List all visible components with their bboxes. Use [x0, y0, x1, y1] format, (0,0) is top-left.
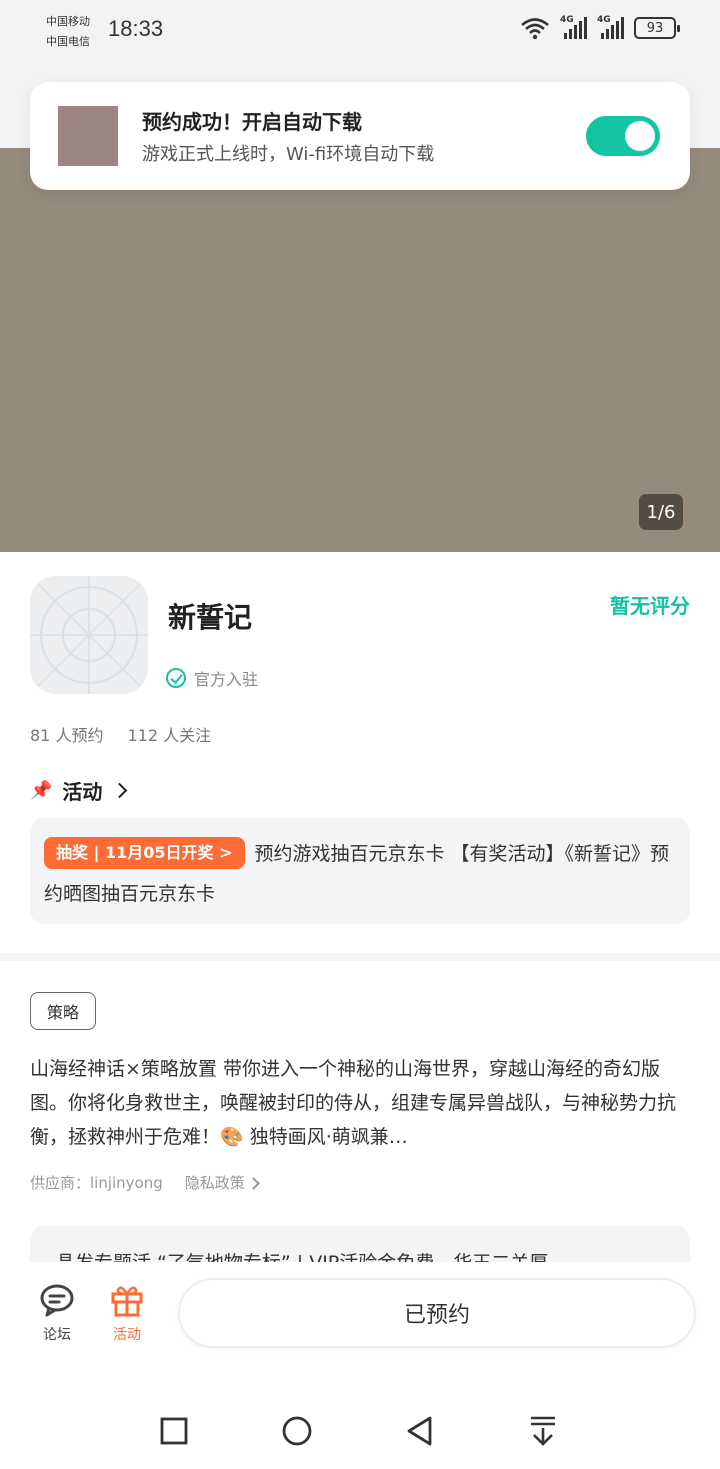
chevron-right-icon: [112, 782, 128, 799]
notification-subtitle: 游戏正式上线时，Wi-fi环境自动下载: [142, 144, 435, 165]
back-triangle-icon[interactable]: [403, 1414, 437, 1448]
hero-image[interactable]: [0, 148, 720, 552]
genre-tag[interactable]: 策略: [30, 992, 96, 1030]
verified-check-icon: [166, 668, 186, 688]
auto-download-notification: 预约成功！开启自动下载 游戏正式上线时，Wi-fi环境自动下载: [30, 82, 690, 190]
wifi-icon: [521, 18, 549, 40]
official-label: 官方入驻: [194, 670, 259, 689]
forum-tab[interactable]: 论坛: [27, 1282, 87, 1344]
download-arrow-icon[interactable]: [526, 1414, 560, 1448]
status-bar: 中国移动 中国电信 18:33 4G 4G 93: [0, 0, 720, 62]
signal-icon-1: 4G: [560, 15, 587, 39]
pin-icon: 📌: [30, 780, 53, 801]
square-icon[interactable]: [157, 1414, 191, 1448]
app-rating: 暂无评分: [610, 594, 690, 618]
carrier-1: 中国移动: [46, 15, 90, 28]
clock: 18:33: [108, 16, 164, 41]
battery-icon: 93: [634, 17, 680, 39]
forum-label: 论坛: [43, 1327, 71, 1343]
reserved-button[interactable]: 已预约: [178, 1278, 696, 1348]
game-thumbnail: [58, 106, 118, 166]
system-navigation-bar: [0, 1370, 720, 1469]
battery-level: 93: [646, 20, 664, 36]
hero-pager: 1/6: [639, 494, 683, 530]
carrier-info: 中国移动 中国电信: [46, 12, 90, 52]
game-description[interactable]: 山海经神话×策略放置 带你进入一个神秘的山海世界，穿越山海经的奇幻版图。你将化身…: [30, 1052, 690, 1154]
activity-card[interactable]: 抽奖 | 11月05日开奖 > 预约游戏抽百元京东卡 【有奖活动】《新誓记》预约晒…: [30, 818, 690, 924]
activity-heading: 活动: [62, 780, 103, 804]
section-divider: [0, 953, 720, 961]
reservation-count: 81 人预约: [30, 726, 104, 745]
app-name: 新誓记: [168, 601, 253, 634]
placeholder-icon: [30, 576, 148, 694]
supplier-label: 供应商：linjinyong: [30, 1174, 163, 1192]
lottery-badge[interactable]: 抽奖 | 11月05日开奖 >: [44, 837, 245, 869]
app-icon-placeholder: [30, 576, 148, 694]
privacy-label: 隐私政策: [184, 1174, 245, 1192]
bottom-action-bar: 论坛 活动 已预约: [0, 1262, 720, 1370]
status-icons: 4G 4G 93: [520, 15, 680, 40]
activity-tab-label: 活动: [113, 1327, 141, 1343]
chevron-right-icon: [246, 1177, 260, 1190]
circle-icon[interactable]: [280, 1414, 314, 1448]
activity-header[interactable]: 📌 活动: [30, 776, 128, 805]
supplier-meta: 供应商：linjinyong 隐私政策: [30, 1172, 260, 1193]
auto-download-toggle[interactable]: [586, 116, 660, 156]
official-badge: 官方入驻: [166, 666, 258, 690]
activity-tab[interactable]: 活动: [97, 1282, 157, 1344]
follower-count: 112 人关注: [127, 726, 212, 745]
signal-icon-2: 4G: [597, 15, 624, 39]
app-detail-page: 中国移动 中国电信 18:33 4G 4G 93 1/6 预约成功！开启自动下载…: [0, 0, 720, 1469]
notification-title: 预约成功！开启自动下载: [142, 110, 362, 134]
privacy-policy-link[interactable]: 隐私政策: [184, 1172, 260, 1193]
carrier-2: 中国电信: [46, 35, 90, 48]
gift-icon: [111, 1286, 143, 1317]
chat-bubble-icon: [40, 1284, 74, 1317]
app-stats: 81 人预约 112 人关注: [30, 722, 211, 746]
